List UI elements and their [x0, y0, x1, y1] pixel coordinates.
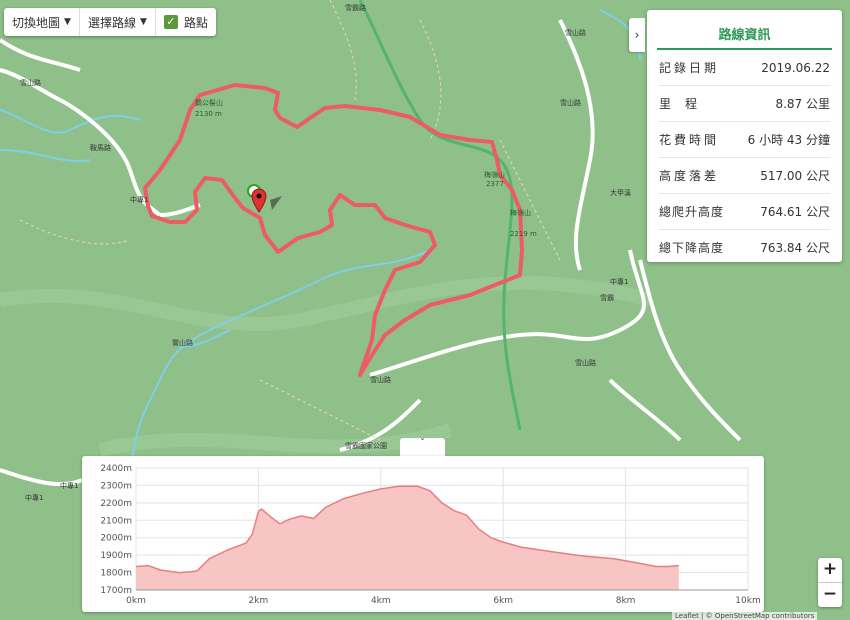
checkbox-icon[interactable]: ✓: [163, 15, 178, 29]
elevation-toggle-button[interactable]: ˇ: [400, 438, 445, 456]
info-label: 花費時間: [659, 133, 720, 147]
panel-title: 路線資訊: [657, 18, 832, 50]
info-value: 517.00 公尺: [760, 169, 830, 183]
svg-text:2219 m: 2219 m: [510, 230, 537, 238]
x-tick-label: 6km: [493, 596, 513, 606]
y-tick-label: 1900m: [100, 551, 132, 561]
y-tick-label: 2200m: [100, 499, 132, 509]
chevron-down-icon: ▼: [139, 17, 147, 27]
x-tick-label: 8km: [616, 596, 636, 606]
zoom-in-button[interactable]: +: [818, 558, 842, 583]
svg-text:大甲溪: 大甲溪: [610, 188, 631, 197]
info-row-descent: 總下降高度 763.84 公尺: [659, 230, 830, 265]
info-value: 2019.06.22: [761, 60, 830, 75]
y-tick-label: 2100m: [100, 516, 132, 526]
svg-text:中專1: 中專1: [610, 277, 628, 286]
svg-text:梅嶺山: 梅嶺山: [510, 208, 531, 217]
svg-text:鸞山路: 鸞山路: [172, 338, 193, 347]
x-tick-label: 4km: [371, 596, 391, 606]
info-row-ascent: 總爬升高度 764.61 公尺: [659, 194, 830, 230]
info-value: 8.87 公里: [775, 97, 830, 111]
svg-text:雪山路: 雪山路: [20, 78, 41, 87]
svg-text:雪山路: 雪山路: [370, 375, 391, 384]
svg-text:2130 m: 2130 m: [195, 110, 222, 118]
svg-text:雪霸路: 雪霸路: [345, 3, 366, 12]
x-tick-label: 2km: [249, 596, 269, 606]
svg-text:雪霸: 雪霸: [600, 294, 614, 302]
zoom-control: + −: [818, 558, 842, 607]
zoom-out-button[interactable]: −: [818, 583, 842, 607]
info-label: 里程: [659, 97, 712, 111]
waypoints-label: 路點: [183, 15, 208, 30]
y-tick-label: 2000m: [100, 534, 132, 544]
svg-text:中專1: 中專1: [130, 195, 148, 204]
switch-map-dropdown[interactable]: 切換地圖 ▼: [4, 8, 80, 36]
info-row-distance: 里程 8.87 公里: [659, 86, 830, 122]
info-value: 6 小時 43 分鐘: [747, 133, 830, 147]
select-route-label: 選擇路線: [87, 15, 136, 30]
y-tick-label: 1700m: [100, 586, 132, 596]
svg-text:中專1: 中專1: [25, 493, 43, 502]
svg-text:雪霸國家公園: 雪霸國家公園: [345, 441, 387, 450]
elevation-chart[interactable]: 2400m 2300m 2200m 2100m 2000m 1900m 1800m 1700m…: [82, 456, 764, 612]
svg-text:鵝公髻山: 鵝公髻山: [195, 98, 223, 107]
info-label: 總爬升高度: [659, 205, 725, 219]
info-label: 記錄日期: [659, 61, 720, 75]
y-tick-label: 1800m: [100, 569, 132, 579]
svg-text:雪山路: 雪山路: [565, 28, 586, 37]
x-tick-label: 0km: [126, 596, 146, 606]
y-tick-label: 2400m: [100, 464, 132, 474]
elevation-profile: 2400m 2300m 2200m 2100m 2000m 1900m 1800m 1700m…: [82, 456, 764, 612]
info-value: 763.84 公尺: [760, 241, 830, 255]
svg-text:雪山路: 雪山路: [560, 98, 581, 107]
waypoints-toggle[interactable]: ✓ 路點: [156, 8, 216, 36]
info-label: 高度落差: [659, 169, 720, 183]
svg-text:鞍馬路: 鞍馬路: [90, 143, 111, 152]
select-route-dropdown[interactable]: 選擇路線 ▼: [80, 8, 156, 36]
svg-text:梅嶺山: 梅嶺山: [484, 170, 505, 179]
route-info-panel: 路線資訊 記錄日期 2019.06.22 里程 8.87 公里 花費時間 6 小…: [647, 10, 842, 262]
info-row-duration: 花費時間 6 小時 43 分鐘: [659, 122, 830, 158]
info-value: 764.61 公尺: [760, 205, 830, 219]
chevron-down-icon: ▼: [64, 17, 71, 27]
x-tick-label: 10km: [735, 596, 760, 606]
info-row-elevation-diff: 高度落差 517.00 公尺: [659, 158, 830, 194]
svg-text:雪山路: 雪山路: [575, 358, 596, 367]
collapse-panel-button[interactable]: ›: [629, 18, 645, 52]
svg-text:中專1: 中專1: [60, 481, 78, 490]
map-toolbar: 切換地圖 ▼ 選擇路線 ▼ ✓ 路點: [4, 8, 216, 36]
info-row-date: 記錄日期 2019.06.22: [659, 50, 830, 86]
y-tick-label: 2300m: [100, 481, 132, 491]
switch-map-label: 切換地圖: [12, 15, 61, 30]
info-label: 總下降高度: [659, 241, 725, 255]
svg-text:2377: 2377: [486, 180, 504, 188]
